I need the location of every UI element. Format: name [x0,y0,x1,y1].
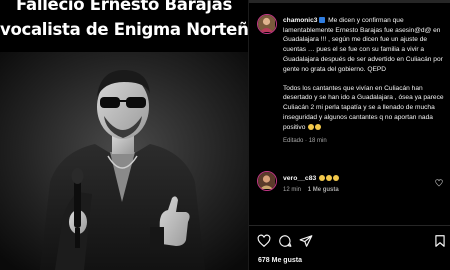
comment-bubble-icon[interactable] [278,234,292,248]
laughing-emoji-icon [325,175,332,181]
comment-like-heart-icon[interactable] [435,179,443,187]
post-likes-count[interactable]: 678 Me gusta [258,257,302,264]
comment-likes-button[interactable]: 1 Me gusta [308,187,339,193]
comment-line: vero__c83 [283,175,339,182]
singer-photo [0,52,248,270]
bookmark-icon[interactable] [433,234,447,248]
comment-meta: 12 min 1 Me gusta [283,187,339,193]
comment-text: chamonic3 Me dicen y confirman que lamen… [283,16,449,132]
edited-label: Editado [283,138,304,144]
comment-username[interactable]: vero__c83 [283,175,316,182]
panel-top-edge [249,0,450,3]
sad-face-emoji-icon [307,123,314,130]
comment-paragraph-1: Me dicen y confirman que lamentablemente… [283,17,443,73]
comment-username[interactable]: chamonic3 [283,17,317,24]
comments-panel: chamonic3 Me dicen y confirman que lamen… [248,0,450,270]
comment-meta: Editado · 18 min [283,138,327,144]
blue-square-emoji-icon [319,17,326,23]
avatar-image [258,172,275,189]
avatar-image [258,15,275,32]
avatar[interactable] [257,171,277,191]
comment-time: 12 min [283,187,302,193]
laughing-emoji-icon [318,175,325,181]
comment-paragraph-2: Todos los cantantes que vivían en Culiac… [283,84,444,131]
avatar[interactable] [257,14,277,34]
post-image[interactable]: Fallecio Ernesto Barajas vocalista de En… [0,0,248,270]
comment-time: 18 min [308,138,327,144]
heart-icon[interactable] [257,234,271,248]
headline-line-1: Fallecio Ernesto Barajas [16,0,232,14]
headline-line-2: vocalista de Enigma Norteño [0,20,248,39]
paper-plane-icon[interactable] [299,234,313,248]
actions-divider [249,225,450,226]
sad-face-emoji-icon [314,123,321,130]
post-actions-bar [257,234,447,250]
laughing-emoji-icon [332,175,339,181]
